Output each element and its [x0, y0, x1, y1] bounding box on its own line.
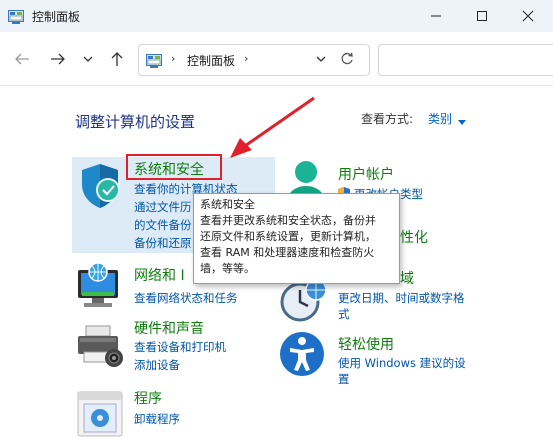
category-programs-title[interactable]: 程序: [134, 388, 162, 408]
category-appearance-title[interactable]: 性化: [400, 227, 428, 247]
annotation-arrow-icon: [230, 96, 315, 158]
category-user-accounts-title[interactable]: 用户帐户: [338, 164, 394, 184]
chevron-down-icon: [83, 56, 93, 62]
category-hardware-title[interactable]: 硬件和声音: [134, 318, 204, 338]
link-windows-suggested-settings-cont[interactable]: 置: [338, 371, 350, 387]
tooltip-line: 查看并更改系统和安全状态，备份并: [200, 214, 376, 227]
tooltip: 系统和安全 查看并更改系统和安全状态，备份并 还原文件和系统设置，更新计算机， …: [193, 193, 400, 284]
link-devices-printers[interactable]: 查看设备和打印机: [134, 339, 226, 355]
breadcrumb-separator[interactable]: ›: [171, 52, 175, 65]
window-title: 控制面板: [32, 10, 81, 24]
arrow-right-icon: [51, 53, 65, 65]
control-panel-icon: [146, 53, 162, 68]
search-input[interactable]: [378, 44, 553, 76]
maximize-icon: [477, 11, 487, 21]
category-clock-region-title[interactable]: 域: [400, 268, 414, 288]
category-network-title[interactable]: 网络和 I: [134, 265, 185, 285]
minimize-icon: [431, 15, 441, 17]
network-icon: [74, 262, 126, 314]
refresh-icon: [341, 52, 353, 65]
breadcrumb-control-panel[interactable]: 控制面板: [187, 52, 235, 69]
back-button[interactable]: [10, 48, 34, 70]
tooltip-line: 查看 RAM 和处理器速度和检查防火: [200, 246, 375, 259]
printer-icon: [74, 322, 126, 374]
refresh-button[interactable]: [338, 50, 356, 68]
link-file-history[interactable]: 通过文件历: [134, 199, 192, 215]
arrow-up-icon: [111, 52, 123, 66]
forward-button[interactable]: [46, 48, 70, 70]
page-heading: 调整计算机的设置: [75, 113, 196, 131]
link-change-date-time[interactable]: 更改日期、时间或数字格: [338, 290, 465, 306]
close-button[interactable]: [505, 0, 551, 32]
link-change-date-time-cont[interactable]: 式: [338, 306, 350, 322]
up-button[interactable]: [105, 48, 129, 70]
recent-locations-button[interactable]: [76, 48, 100, 70]
category-ease-of-access-title[interactable]: 轻松使用: [338, 334, 394, 354]
tooltip-title: 系统和安全: [200, 198, 255, 211]
link-network-status[interactable]: 查看网络状态和任务: [134, 290, 238, 306]
caret-down-icon[interactable]: [457, 112, 467, 131]
address-dropdown-button[interactable]: [312, 50, 330, 68]
tooltip-line: 墙，等等。: [200, 262, 255, 275]
close-icon: [522, 10, 534, 22]
shield-icon: [74, 160, 126, 212]
programs-icon: [74, 388, 126, 439]
ease-of-access-icon: [278, 330, 330, 382]
maximize-button[interactable]: [459, 0, 505, 32]
chevron-down-icon: [316, 56, 326, 62]
tooltip-line: 还原文件和系统设置，更新计算机，: [200, 230, 376, 243]
breadcrumb-separator[interactable]: ›: [244, 52, 248, 65]
annotation-highlight-box: [126, 154, 222, 180]
view-by-label: 查看方式:: [361, 112, 414, 126]
link-add-device[interactable]: 添加设备: [134, 357, 180, 373]
arrow-left-icon: [15, 53, 29, 65]
link-file-backup[interactable]: 的文件备份: [134, 217, 192, 233]
link-uninstall-program[interactable]: 卸载程序: [134, 411, 180, 427]
link-windows-suggested-settings[interactable]: 使用 Windows 建议的设: [338, 355, 466, 371]
link-backup-restore[interactable]: 备份和还原: [134, 235, 192, 251]
minimize-button[interactable]: [413, 0, 459, 32]
control-panel-icon: [8, 9, 24, 24]
view-by-dropdown[interactable]: 类别: [428, 110, 452, 127]
